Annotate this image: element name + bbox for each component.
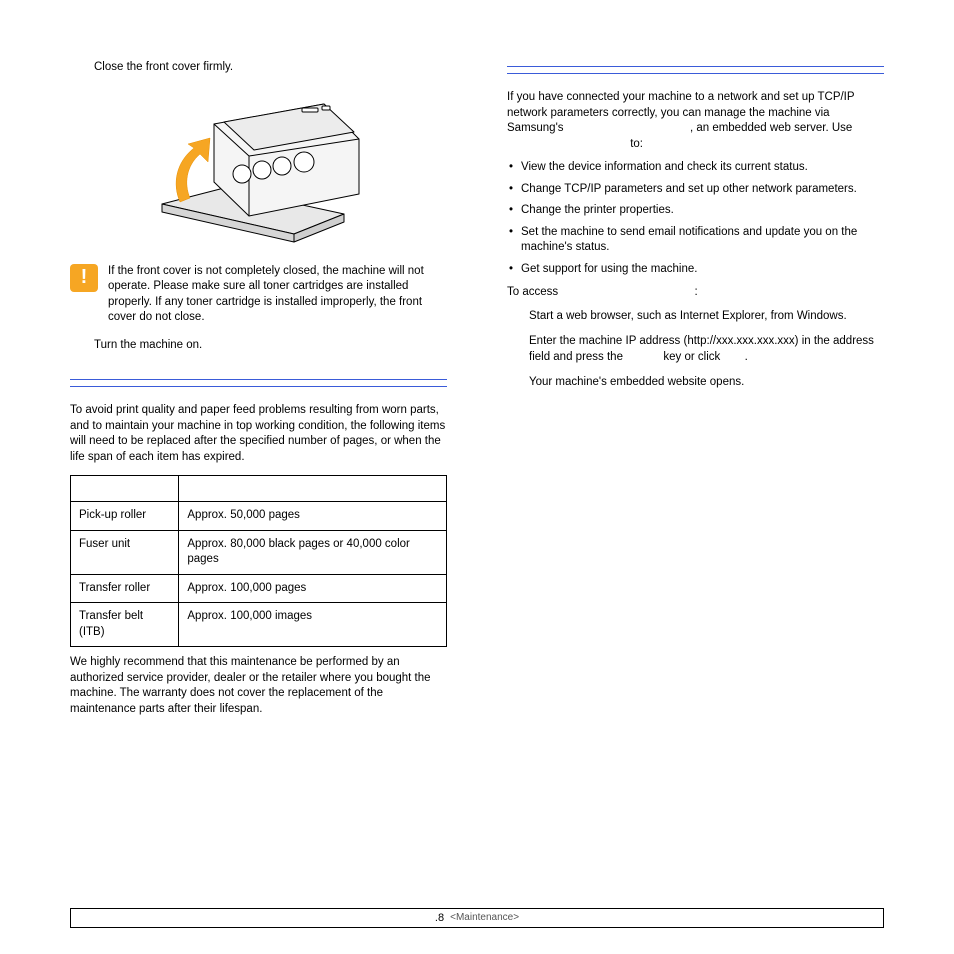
part-name: Pick-up roller — [71, 502, 179, 531]
table-row: Transfer roller Approx. 100,000 pages — [71, 574, 447, 603]
list-item: View the device information and check it… — [507, 160, 884, 176]
table-row: Pick-up roller Approx. 50,000 pages — [71, 502, 447, 531]
part-yield: Approx. 100,000 pages — [179, 574, 447, 603]
part-name: Fuser unit — [71, 530, 179, 574]
step-turn-on: Turn the machine on. — [70, 338, 447, 354]
section-divider — [70, 379, 447, 380]
list-item: Get support for using the machine. — [507, 262, 884, 278]
left-column: Close the front cover firmly. — [70, 60, 447, 725]
table-row: Transfer belt (ITB) Approx. 100,000 imag… — [71, 603, 447, 647]
maintenance-intro: To avoid print quality and paper feed pr… — [70, 403, 447, 465]
section-divider — [507, 73, 884, 74]
caution-icon: ! — [70, 264, 98, 292]
part-name: Transfer roller — [71, 574, 179, 603]
access-label: To access : — [507, 285, 884, 301]
page-section-label: <Maintenance> — [450, 911, 519, 925]
list-item: Set the machine to send email notificati… — [507, 225, 884, 256]
access-step-3: Your machine's embedded website opens. — [507, 375, 884, 391]
step-close-cover-text: Close the front cover firmly. — [70, 60, 447, 76]
printer-close-cover-illustration — [144, 84, 374, 254]
list-item: Change TCP/IP parameters and set up othe… — [507, 182, 884, 198]
table-row: Fuser unit Approx. 80,000 black pages or… — [71, 530, 447, 574]
page-number: .8 — [435, 911, 444, 926]
table-header-item — [71, 476, 179, 502]
web-server-intro: If you have connected your machine to a … — [507, 90, 884, 152]
maintenance-parts-table: Pick-up roller Approx. 50,000 pages Fuse… — [70, 475, 447, 647]
part-yield: Approx. 100,000 images — [179, 603, 447, 647]
caution-text: If the front cover is not completely clo… — [108, 264, 447, 326]
section-divider — [507, 66, 884, 67]
part-name: Transfer belt (ITB) — [71, 603, 179, 647]
feature-list: View the device information and check it… — [507, 160, 884, 277]
step-turn-on-text: Turn the machine on. — [70, 338, 447, 354]
page-footer: .8 <Maintenance> — [70, 908, 884, 928]
access-step-2: Enter the machine IP address (http://xxx… — [507, 334, 884, 365]
table-header-yield — [179, 476, 447, 502]
part-yield: Approx. 50,000 pages — [179, 502, 447, 531]
part-yield: Approx. 80,000 black pages or 40,000 col… — [179, 530, 447, 574]
step-close-cover: Close the front cover firmly. — [70, 60, 447, 76]
caution-block: ! If the front cover is not completely c… — [70, 264, 447, 326]
right-column: If you have connected your machine to a … — [507, 60, 884, 725]
section-divider — [70, 386, 447, 387]
list-item: Change the printer properties. — [507, 203, 884, 219]
maintenance-note: We highly recommend that this maintenanc… — [70, 655, 447, 717]
access-step-1: Start a web browser, such as Internet Ex… — [507, 309, 884, 325]
